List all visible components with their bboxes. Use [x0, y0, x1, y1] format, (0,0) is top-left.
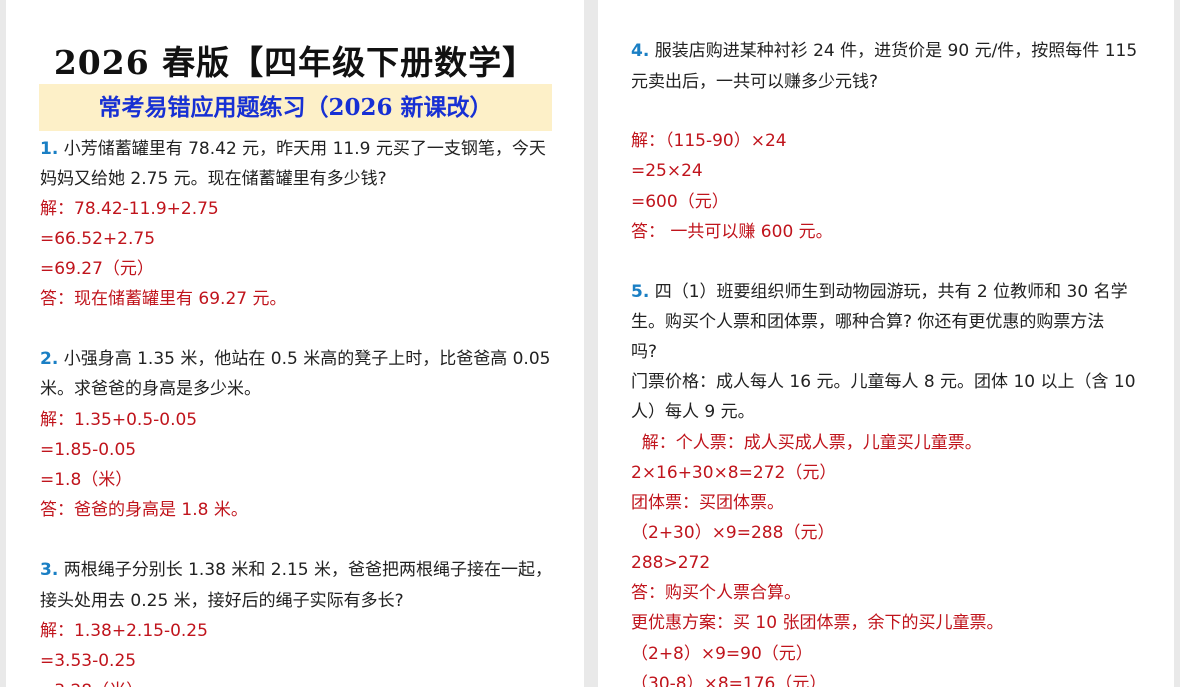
page-title: 2026 春版【四年级下册数学】 — [53, 43, 537, 82]
right-page: 4. 服装店购进某种衬衫 24 件，进货价是 90 元/件，按照每件 115 元… — [598, 0, 1174, 687]
question-1-line-1: 1. 小芳储蓄罐里有 78.42 元，昨天用 11.9 元买了一支钢笔，今天 — [40, 134, 584, 164]
question-2-line-1: 2. 小强身高 1.35 米，他站在 0.5 米高的凳子上时，比爸爸高 0.05 — [40, 344, 584, 374]
question-5-text-1: 四（1）班要组织师生到动物园游玩，共有 2 位教师和 30 名学 — [654, 282, 1128, 302]
question-1-text-2: 妈妈又给她 2.75 元。现在储蓄罐里有多少钱? — [40, 169, 387, 189]
question-5-price-1: 门票价格：成人每人 16 元。儿童每人 8 元。团体 10 以上（含 10 — [631, 372, 1136, 392]
question-5-solution-5: 288>272 — [631, 553, 711, 573]
question-3-solution-1: 解：1.38+2.15-0.25 — [40, 621, 208, 641]
question-1-answer: 答：现在储蓄罐里有 69.27 元。 — [40, 289, 287, 309]
question-4-solution-2: =25×24 — [631, 161, 703, 181]
question-4-solution-1: 解：（115-90）×24 — [631, 131, 787, 151]
question-3-number: 3. — [40, 560, 59, 580]
question-3-solution-3: =3.28（米） — [40, 676, 584, 687]
question-5-price-2: 人）每人 9 元。 — [631, 402, 755, 422]
question-2-text-1: 小强身高 1.35 米，他站在 0.5 米高的凳子上时，比爸爸高 0.05 — [63, 349, 551, 369]
question-4-text-2: 元卖出后，一共可以赚多少元钱? — [631, 72, 879, 92]
question-1-solution-3: =69.27（元） — [40, 259, 154, 279]
question-5-text-3: 吗? — [631, 342, 658, 362]
question-1-number: 1. — [40, 139, 59, 159]
question-1-solution-1: 解：78.42-11.9+2.75 — [40, 199, 219, 219]
question-5-line-1: 5. 四（1）班要组织师生到动物园游玩，共有 2 位教师和 30 名学 — [631, 277, 1174, 307]
question-1-text-1: 小芳储蓄罐里有 78.42 元，昨天用 11.9 元买了一支钢笔，今天 — [63, 139, 546, 159]
question-5-solution-3: 团体票：买团体票。 — [631, 493, 784, 513]
question-5-solution-4: （2+30）×9=288（元） — [631, 523, 835, 543]
question-5-solution-1: 解：个人票：成人买成人票，儿童买儿童票。 — [631, 433, 982, 453]
question-3-text-1: 两根绳子分别长 1.38 米和 2.15 米，爸爸把两根绳子接在一起， — [63, 560, 553, 580]
question-2-answer: 答：爸爸的身高是 1.8 米。 — [40, 500, 248, 520]
page-subtitle: 常考易错应用题练习（2026 新课改） — [39, 84, 552, 131]
question-5-solution-9: （30-8）×8=176（元） — [631, 674, 827, 687]
question-4-number: 4. — [631, 41, 650, 61]
question-5-solution-8: （2+8）×9=90（元） — [631, 644, 813, 664]
question-4-text-1: 服装店购进某种衬衫 24 件，进货价是 90 元/件，按照每件 115 — [654, 41, 1138, 61]
question-4-answer: 答： 一共可以赚 600 元。 — [631, 222, 833, 242]
question-4-line-1: 4. 服装店购进某种衬衫 24 件，进货价是 90 元/件，按照每件 115 — [631, 36, 1174, 66]
question-5-answer: 答：购买个人票合算。 — [631, 583, 801, 603]
question-2-number: 2. — [40, 349, 59, 369]
question-3-solution-2: =3.53-0.25 — [40, 651, 137, 671]
question-1-solution-2: =66.52+2.75 — [40, 229, 156, 249]
left-page: 2026 春版【四年级下册数学】 常考易错应用题练习（2026 新课改） 1. … — [6, 0, 584, 687]
question-5-number: 5. — [631, 282, 650, 302]
question-5-solution-2: 2×16+30×8=272（元） — [631, 463, 837, 483]
question-2-solution-1: 解：1.35+0.5-0.05 — [40, 410, 198, 430]
question-3-line-1: 3. 两根绳子分别长 1.38 米和 2.15 米，爸爸把两根绳子接在一起， — [40, 555, 584, 585]
question-5-text-2: 生。购买个人票和团体票，哪种合算? 你还有更优惠的购票方法 — [631, 312, 1105, 332]
question-2-solution-2: =1.85-0.05 — [40, 440, 137, 460]
question-4-solution-3: =600（元） — [631, 192, 729, 212]
question-2-text-2: 米。求爸爸的身高是多少米。 — [40, 379, 261, 399]
question-3-text-2: 接头处用去 0.25 米，接好后的绳子实际有多长? — [40, 591, 404, 611]
question-5-better-plan: 更优惠方案：买 10 张团体票，余下的买儿童票。 — [631, 613, 1004, 633]
question-2-solution-3: =1.8（米） — [40, 470, 133, 490]
